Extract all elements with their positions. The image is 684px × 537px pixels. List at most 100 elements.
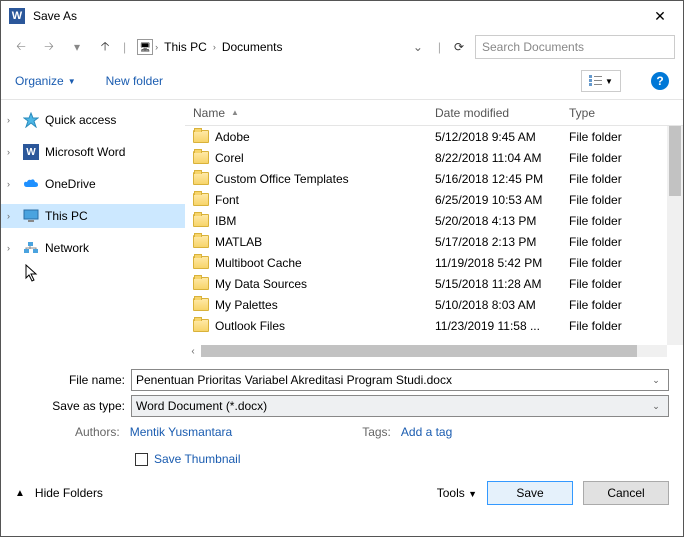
file-row[interactable]: My Data Sources 5/15/2018 11:28 AMFile fo… [185, 273, 683, 294]
file-name: Font [215, 193, 239, 207]
title-bar: W Save As ✕ [1, 1, 683, 31]
address-bar[interactable]: 🖥 › This PC › Documents ⌄ [132, 35, 432, 59]
new-folder-button[interactable]: New folder [106, 74, 163, 88]
vertical-scrollbar[interactable] [667, 126, 683, 345]
pc-icon: 🖥 [137, 39, 153, 55]
file-row[interactable]: Corel8/22/2018 11:04 AMFile folder [185, 147, 683, 168]
cancel-button[interactable]: Cancel [583, 481, 669, 505]
view-options-button[interactable]: ▼ [581, 70, 621, 92]
collapse-icon[interactable]: ▲ [15, 488, 25, 499]
forward-button: 🡢 [37, 35, 61, 59]
tree-item-label: Microsoft Word [45, 145, 125, 159]
tree-item-label: Network [45, 241, 89, 255]
search-placeholder: Search Documents [482, 40, 584, 54]
file-row[interactable]: Custom Office Templates5/16/2018 12:45 P… [185, 168, 683, 189]
file-date: 5/15/2018 11:28 AM [435, 277, 569, 291]
file-row[interactable]: MATLAB5/17/2018 2:13 PMFile folder [185, 231, 683, 252]
breadcrumb-folder[interactable]: Documents [218, 40, 287, 54]
column-date[interactable]: Date modified [435, 106, 569, 120]
tree-item-this-pc[interactable]: › This PC [1, 204, 185, 228]
horizontal-scrollbar[interactable]: ‹ [185, 343, 683, 359]
file-row[interactable]: Font6/25/2019 10:53 AMFile folder [185, 189, 683, 210]
file-type: File folder [569, 277, 683, 291]
file-name: IBM [215, 214, 236, 228]
expand-icon[interactable]: › [7, 179, 17, 189]
savetype-select[interactable]: Word Document (*.docx) ⌄ [131, 395, 669, 417]
dialog-title: Save As [33, 9, 645, 23]
file-date: 5/10/2018 8:03 AM [435, 298, 569, 312]
close-button[interactable]: ✕ [645, 8, 675, 25]
separator: | [123, 40, 126, 54]
file-name: My Data Sources [215, 277, 307, 291]
tree-item-quick-access[interactable]: ›Quick access [1, 108, 185, 132]
folder-icon [193, 256, 209, 269]
star-icon [23, 112, 39, 128]
tree-item-microsoft-word[interactable]: › W Microsoft Word [1, 140, 185, 164]
expand-icon[interactable]: › [7, 147, 17, 157]
word-app-icon: W [9, 8, 25, 24]
file-row[interactable]: Adobe5/12/2018 9:45 AMFile folder [185, 126, 683, 147]
chevron-down-icon[interactable]: ⌄ [648, 401, 664, 412]
file-name: Outlook Files [215, 319, 285, 333]
filename-input[interactable]: Penentuan Prioritas Variabel Akreditasi … [131, 369, 669, 391]
file-date: 11/23/2019 11:58 ... [435, 319, 569, 333]
expand-icon[interactable]: › [7, 211, 17, 221]
file-row[interactable]: Outlook Files11/23/2019 11:58 ...File fo… [185, 315, 683, 336]
tree-item-onedrive[interactable]: ›OneDrive [1, 172, 185, 196]
file-type: File folder [569, 256, 683, 270]
file-date: 5/17/2018 2:13 PM [435, 235, 569, 249]
organize-button[interactable]: Organize▼ [15, 74, 76, 88]
file-name: Adobe [215, 130, 250, 144]
separator: | [438, 40, 441, 54]
net-icon [23, 240, 39, 256]
chevron-down-icon[interactable]: ⌄ [648, 375, 664, 386]
column-name[interactable]: Name ▲ [185, 106, 435, 120]
folder-icon [193, 130, 209, 143]
tags-value[interactable]: Add a tag [401, 425, 452, 439]
column-headers: Name ▲ Date modified Type [185, 100, 683, 126]
file-row[interactable]: IBM5/20/2018 4:13 PMFile folder [185, 210, 683, 231]
file-name: Custom Office Templates [215, 172, 349, 186]
file-date: 11/19/2018 5:42 PM [435, 256, 569, 270]
search-input[interactable]: Search Documents [475, 35, 675, 59]
back-button[interactable]: 🡠 [9, 35, 33, 59]
expand-icon[interactable]: › [7, 115, 17, 125]
expand-icon[interactable]: › [7, 243, 17, 253]
file-name: My Palettes [215, 298, 278, 312]
folder-icon [193, 298, 209, 311]
file-row[interactable]: My Palettes5/10/2018 8:03 AMFile folder [185, 294, 683, 315]
refresh-button[interactable]: ⟳ [447, 40, 471, 54]
up-button[interactable]: 🡡 [93, 35, 117, 59]
folder-icon [193, 193, 209, 206]
scroll-left-icon[interactable]: ‹ [185, 346, 201, 357]
save-thumbnail-label[interactable]: Save Thumbnail [154, 452, 241, 466]
word-icon: W [23, 144, 39, 160]
column-type[interactable]: Type [569, 106, 683, 120]
list-view-icon [589, 75, 603, 87]
folder-icon [193, 214, 209, 227]
nav-tree: ›Quick access›WMicrosoft Word›OneDrive›T… [1, 100, 185, 359]
hide-folders-button[interactable]: Hide Folders [35, 486, 103, 500]
recent-dropdown[interactable]: ▾ [65, 35, 89, 59]
address-dropdown[interactable]: ⌄ [409, 40, 427, 54]
chevron-right-icon[interactable]: › [155, 42, 158, 52]
tree-item-label: This PC [45, 209, 88, 223]
file-date: 5/20/2018 4:13 PM [435, 214, 569, 228]
tools-button[interactable]: Tools ▼ [437, 486, 477, 500]
file-type: File folder [569, 151, 683, 165]
authors-label: Authors: [75, 425, 120, 439]
authors-value[interactable]: Mentik Yusmantara [130, 425, 233, 439]
chevron-right-icon[interactable]: › [213, 42, 216, 52]
file-type: File folder [569, 193, 683, 207]
folder-icon [193, 277, 209, 290]
save-button[interactable]: Save [487, 481, 573, 505]
save-thumbnail-checkbox[interactable] [135, 453, 148, 466]
nav-bar: 🡠 🡢 ▾ 🡡 | 🖥 › This PC › Documents ⌄ | ⟳ … [1, 31, 683, 63]
file-name: MATLAB [215, 235, 262, 249]
sort-asc-icon: ▲ [231, 108, 239, 117]
tree-item-network[interactable]: › Network [1, 236, 185, 260]
pc-icon [23, 208, 39, 224]
help-button[interactable]: ? [651, 72, 669, 90]
file-row[interactable]: Multiboot Cache11/19/2018 5:42 PMFile fo… [185, 252, 683, 273]
breadcrumb-root[interactable]: This PC [160, 40, 211, 54]
